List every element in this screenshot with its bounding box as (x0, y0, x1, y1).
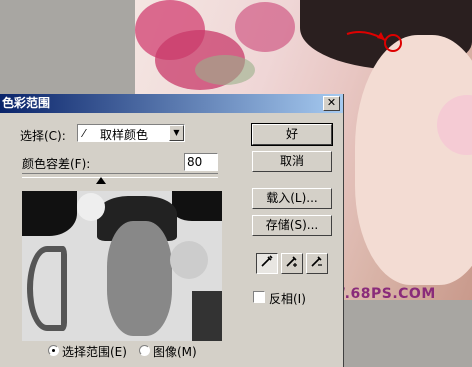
dialog-title: 色彩范围 (2, 96, 51, 110)
eyedropper-glyph (261, 255, 273, 267)
fuzziness-input[interactable]: 80 (184, 153, 218, 171)
eyedropper-icon: ⁄ (83, 127, 85, 140)
ok-button[interactable]: 好 (251, 123, 333, 146)
invert-checkbox[interactable] (253, 291, 265, 303)
chevron-down-icon[interactable]: ▼ (169, 125, 184, 141)
select-dropdown[interactable]: ⁄ 取样颜色 ▼ (77, 124, 185, 142)
radio-selection-label[interactable]: 选择范围(E) (62, 343, 127, 360)
pink-flower (235, 2, 295, 52)
preview-bubble (170, 241, 208, 279)
fuzziness-label: 颜色容差(F): (22, 157, 91, 171)
preview-flower (77, 193, 105, 221)
radio-image[interactable] (139, 345, 150, 356)
radio-image-label[interactable]: 图像(M) (153, 343, 197, 360)
preview-dark-region (192, 291, 222, 341)
preview-face-region (107, 221, 172, 336)
preview-letter-shape (27, 246, 67, 331)
annotation-arrow-icon (346, 31, 386, 41)
save-button[interactable]: 存储(S)... (252, 215, 332, 236)
color-range-dialog: 色彩范围 ✕ 选择(C): ⁄ 取样颜色 ▼ 颜色容差(F): 80 选择范围(… (0, 94, 344, 367)
invert-label[interactable]: 反相(I) (269, 290, 306, 307)
eyedropper-minus-glyph (311, 256, 322, 267)
eyedropper-plus-icon[interactable] (281, 253, 303, 274)
eyedropper-plus-glyph (286, 256, 297, 267)
select-label: 选择(C): (20, 129, 66, 143)
face-shape (355, 35, 472, 285)
green-leaf (195, 55, 255, 85)
preview-dark-region (22, 191, 77, 236)
fuzziness-slider-thumb[interactable] (96, 177, 106, 184)
eyedropper-minus-icon[interactable] (306, 253, 328, 274)
load-button[interactable]: 载入(L)... (252, 188, 332, 209)
fuzziness-slider-track[interactable] (22, 173, 218, 178)
dialog-titlebar[interactable]: 色彩范围 ✕ (0, 94, 343, 113)
selection-preview (22, 191, 222, 341)
preview-dark-region (172, 191, 222, 221)
eyedropper-icon[interactable] (256, 253, 278, 274)
radio-selection[interactable] (48, 345, 59, 356)
select-value: 取样颜色 (100, 128, 149, 142)
close-button[interactable]: ✕ (323, 96, 340, 111)
cancel-button[interactable]: 取消 (252, 151, 332, 172)
